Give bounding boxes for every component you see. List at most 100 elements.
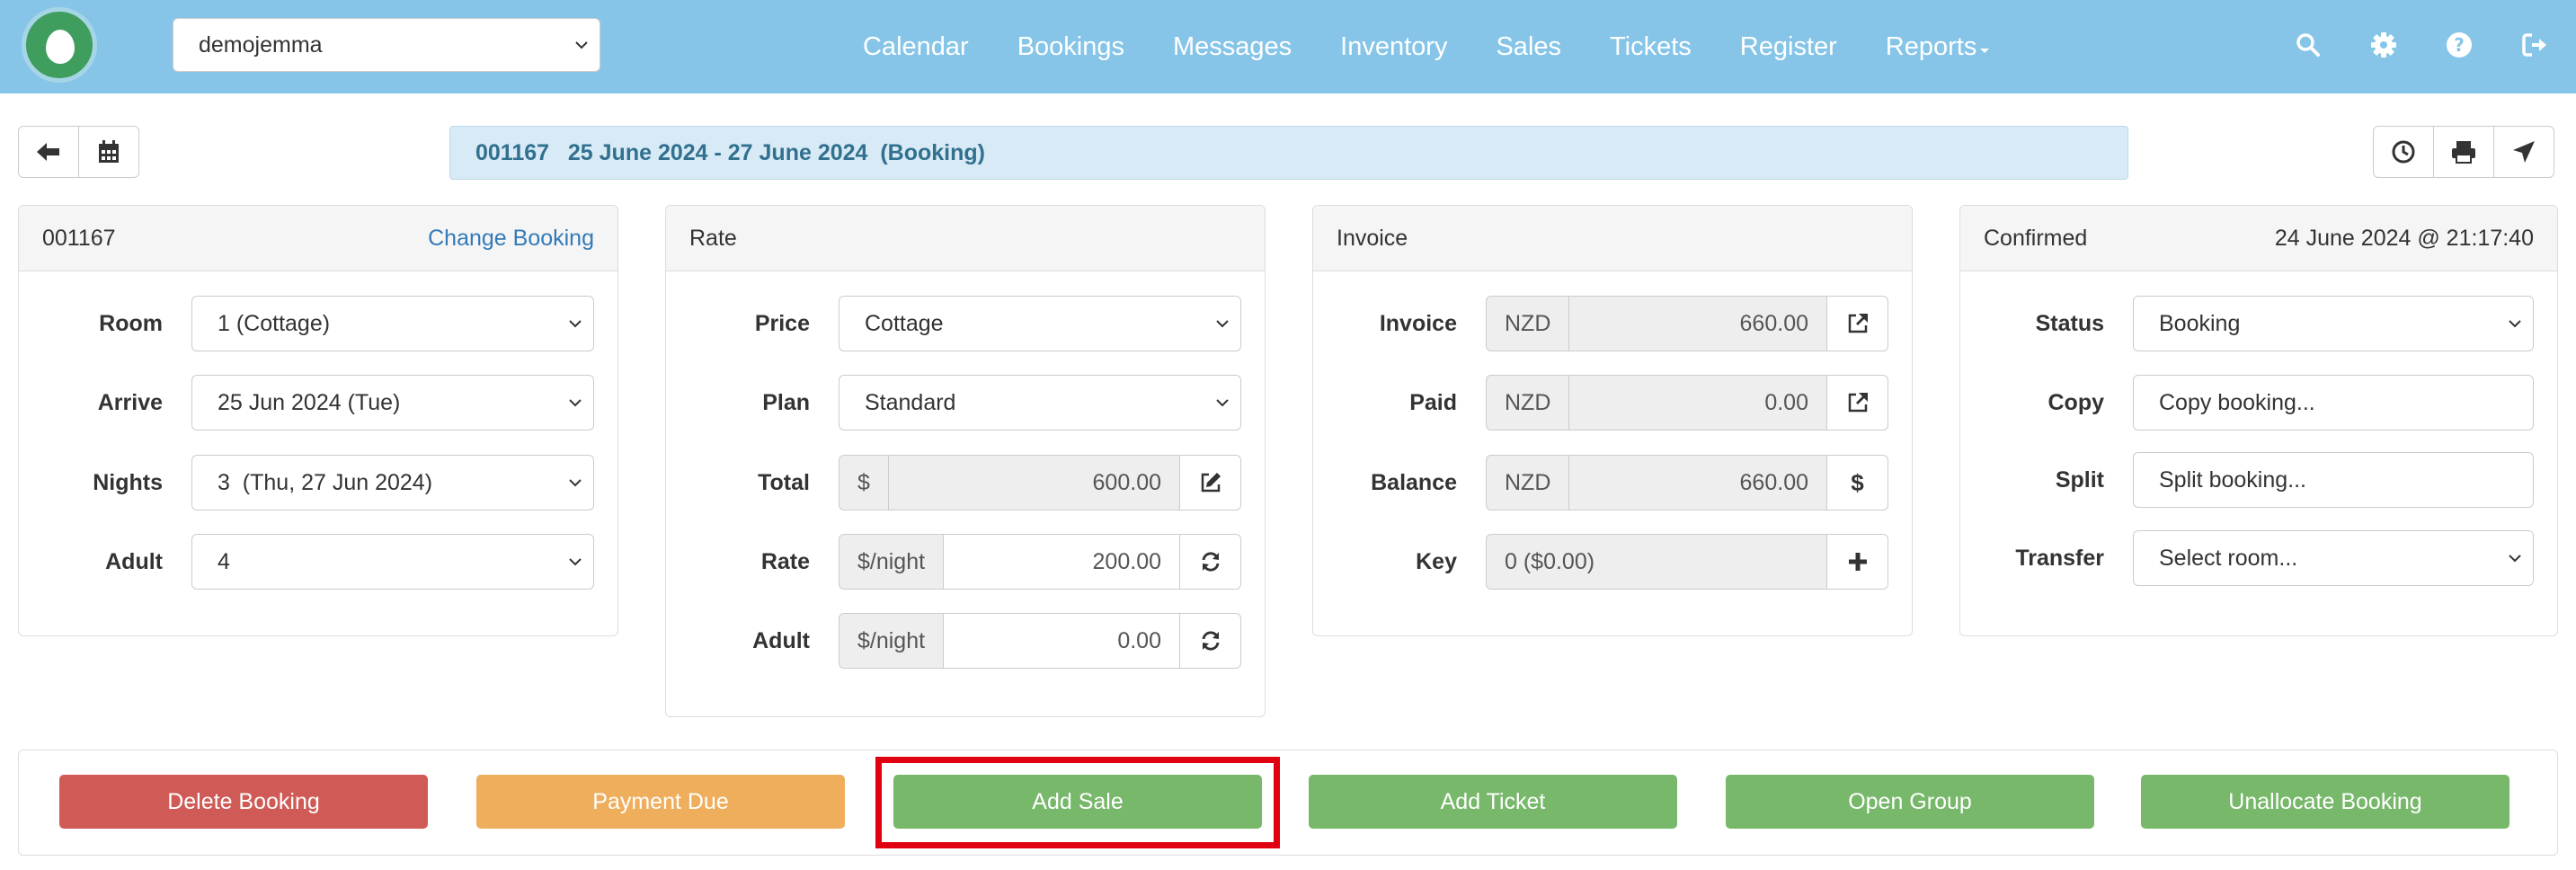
back-button[interactable] bbox=[18, 126, 79, 178]
print-button[interactable] bbox=[2433, 126, 2494, 178]
nav-calendar[interactable]: Calendar bbox=[863, 32, 969, 62]
open-payments-button[interactable] bbox=[1827, 375, 1888, 431]
price-row: Price Cottage bbox=[666, 296, 1265, 351]
adult-select-value: 4 bbox=[218, 549, 230, 574]
nights-label: Nights bbox=[93, 470, 163, 495]
room-label: Room bbox=[99, 311, 163, 336]
nav-icons: ? bbox=[2252, 25, 2554, 65]
adult-rate-unit: $/night bbox=[839, 613, 945, 669]
status-select[interactable]: Booking bbox=[2133, 296, 2534, 351]
split-booking-field[interactable]: Split booking... bbox=[2133, 452, 2534, 508]
price-select-value: Cottage bbox=[865, 311, 944, 336]
add-ticket-button[interactable]: Add Ticket bbox=[1309, 775, 1677, 829]
unallocate-booking-button[interactable]: Unallocate Booking bbox=[2141, 775, 2509, 829]
chevron-down-icon bbox=[1216, 399, 1229, 407]
chevron-down-icon bbox=[575, 41, 588, 49]
calendar-button[interactable] bbox=[78, 126, 139, 178]
adult-row: Adult 4 bbox=[19, 534, 617, 590]
delete-booking-button[interactable]: Delete Booking bbox=[59, 775, 428, 829]
key-row: Key 0 ($0.00) bbox=[1313, 534, 1912, 590]
status-panel-header: Confirmed 24 June 2024 @ 21:17:40 bbox=[1960, 206, 2557, 271]
paid-input-group: NZD 0.00 bbox=[1486, 375, 1888, 431]
room-select-value: 1 (Cottage) bbox=[218, 311, 331, 336]
status-label: Status bbox=[2035, 311, 2104, 336]
plan-label: Plan bbox=[762, 390, 810, 415]
nav-inventory[interactable]: Inventory bbox=[1340, 32, 1447, 62]
arrive-row: Arrive 25 Jun 2024 (Tue) bbox=[19, 375, 617, 431]
total-row: Total $ 600.00 bbox=[666, 455, 1265, 510]
nav-messages[interactable]: Messages bbox=[1173, 32, 1292, 62]
balance-label: Balance bbox=[1371, 470, 1457, 495]
adult-rate-row: Adult $/night 0.00 bbox=[666, 613, 1265, 669]
copy-booking-field[interactable]: Copy booking... bbox=[2133, 375, 2534, 431]
gear-icon[interactable] bbox=[2364, 25, 2403, 65]
paid-row: Paid NZD 0.00 bbox=[1313, 375, 1912, 431]
arrive-select[interactable]: 25 Jun 2024 (Tue) bbox=[191, 375, 594, 431]
refresh-adult-rate-button[interactable] bbox=[1180, 613, 1241, 669]
change-booking-link[interactable]: Change Booking bbox=[428, 206, 594, 271]
navbar: demojemma Calendar Bookings Messages Inv… bbox=[0, 0, 2576, 93]
svg-text:?: ? bbox=[2454, 34, 2465, 56]
booking-dates: 25 June 2024 - 27 June 2024 bbox=[567, 140, 868, 165]
open-group-button[interactable]: Open Group bbox=[1726, 775, 2094, 829]
invoice-panel: Invoice Invoice NZD 660.00 Paid NZD 0.00… bbox=[1312, 205, 1913, 636]
adult-select[interactable]: 4 bbox=[191, 534, 594, 590]
payment-due-button[interactable]: Payment Due bbox=[476, 775, 845, 829]
refresh-icon bbox=[1202, 552, 1219, 572]
add-payment-button[interactable]: $ bbox=[1827, 455, 1888, 510]
room-row: Room 1 (Cottage) bbox=[19, 296, 617, 351]
nights-select[interactable]: 3 (Thu, 27 Jun 2024) bbox=[191, 455, 594, 510]
nav-sales[interactable]: Sales bbox=[1496, 32, 1561, 62]
invoice-panel-header: Invoice bbox=[1313, 206, 1912, 271]
open-invoice-button[interactable] bbox=[1827, 296, 1888, 351]
caret-down-icon bbox=[1980, 48, 1990, 53]
total-field: 600.00 bbox=[888, 455, 1180, 510]
rate-field[interactable]: 200.00 bbox=[944, 534, 1180, 590]
add-key-button[interactable] bbox=[1827, 534, 1888, 590]
edit-total-button[interactable] bbox=[1180, 455, 1241, 510]
rate-input-group: $/night 200.00 bbox=[839, 534, 1241, 590]
arrive-label: Arrive bbox=[97, 390, 163, 415]
refresh-rate-button[interactable] bbox=[1180, 534, 1241, 590]
arrow-left-icon bbox=[37, 143, 59, 161]
balance-row: Balance NZD 660.00 $ bbox=[1313, 455, 1912, 510]
adult-rate-field[interactable]: 0.00 bbox=[944, 613, 1180, 669]
account-select[interactable]: demojemma bbox=[173, 18, 600, 72]
nav-bookings[interactable]: Bookings bbox=[1017, 32, 1124, 62]
plan-select[interactable]: Standard bbox=[839, 375, 1241, 431]
balance-field: 660.00 bbox=[1569, 455, 1827, 510]
adult-rate-label: Adult bbox=[752, 628, 810, 653]
rate-unit: $/night bbox=[839, 534, 945, 590]
nav-reports[interactable]: Reports bbox=[1886, 32, 1992, 62]
send-button[interactable] bbox=[2493, 126, 2554, 178]
adult-rate-input-group: $/night 0.00 bbox=[839, 613, 1241, 669]
app-logo[interactable] bbox=[22, 7, 97, 83]
chevron-down-icon bbox=[1216, 320, 1229, 328]
booking-panel-id: 001167 bbox=[42, 226, 116, 251]
booking-type: (Booking) bbox=[880, 140, 985, 165]
arrive-select-value: 25 Jun 2024 (Tue) bbox=[218, 390, 401, 415]
transfer-select[interactable]: Select room... bbox=[2133, 530, 2534, 586]
room-select[interactable]: 1 (Cottage) bbox=[191, 296, 594, 351]
external-link-icon bbox=[1848, 314, 1868, 333]
split-label: Split bbox=[2055, 467, 2104, 493]
status-panel: Confirmed 24 June 2024 @ 21:17:40 Status… bbox=[1959, 205, 2558, 636]
invoice-label: Invoice bbox=[1379, 311, 1457, 336]
history-button[interactable] bbox=[2373, 126, 2434, 178]
paper-plane-icon bbox=[2513, 141, 2535, 163]
booking-title-bar: 001167 25 June 2024 - 27 June 2024 (Book… bbox=[449, 126, 2128, 180]
invoice-field: 660.00 bbox=[1569, 296, 1827, 351]
status-select-value: Booking bbox=[2159, 311, 2241, 336]
help-icon[interactable]: ? bbox=[2439, 25, 2479, 65]
invoice-panel-title: Invoice bbox=[1337, 226, 1408, 251]
rate-label: Rate bbox=[760, 549, 810, 574]
sign-out-icon[interactable] bbox=[2515, 25, 2554, 65]
paid-field: 0.00 bbox=[1569, 375, 1827, 431]
price-select[interactable]: Cottage bbox=[839, 296, 1241, 351]
nav-tickets[interactable]: Tickets bbox=[1610, 32, 1692, 62]
plan-row: Plan Standard bbox=[666, 375, 1265, 431]
copy-label: Copy bbox=[2047, 390, 2105, 415]
nav-register[interactable]: Register bbox=[1740, 32, 1837, 62]
booking-panel: 001167 Change Booking Room 1 (Cottage) A… bbox=[18, 205, 618, 636]
search-icon[interactable] bbox=[2288, 25, 2328, 65]
